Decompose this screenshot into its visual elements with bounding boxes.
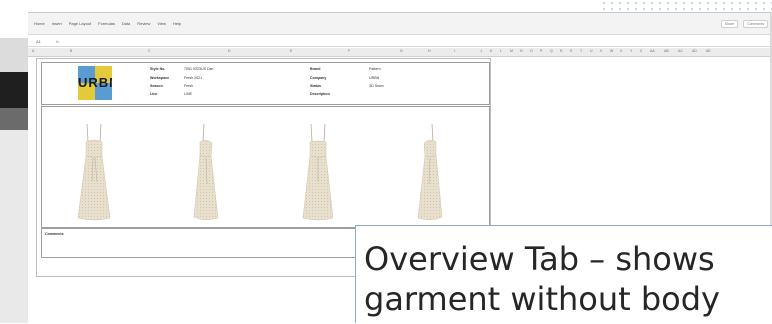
menu-bar: Home Insert Page Layout Formulas Data Re… <box>28 13 772 35</box>
column-header[interactable]: H <box>428 49 431 53</box>
function-icon[interactable]: fx <box>56 39 59 44</box>
column-header[interactable]: A <box>32 49 34 53</box>
column-header[interactable]: B <box>70 49 72 53</box>
cell-reference[interactable]: A1 <box>36 39 56 44</box>
column-header[interactable]: AE <box>706 49 711 53</box>
dress-back-view[interactable] <box>296 122 340 222</box>
menu-help[interactable]: Help <box>173 21 181 26</box>
caption-callout: Overview Tab – shows garment without bod… <box>355 225 772 323</box>
workspace-label: Workspace <box>150 76 170 80</box>
menu-insert[interactable]: Insert <box>52 21 62 26</box>
workspace-value[interactable]: Fresh 2021 <box>184 76 202 80</box>
column-header[interactable]: Y <box>630 49 632 53</box>
column-header[interactable]: W <box>610 49 613 53</box>
comments-button[interactable]: Comments <box>743 20 768 28</box>
dress-side-view-right[interactable] <box>408 122 452 222</box>
brand-label: Brand <box>310 67 321 71</box>
column-header[interactable]: T <box>580 49 582 53</box>
column-header[interactable]: AC <box>678 49 683 53</box>
menu-view[interactable]: View <box>157 21 166 26</box>
logo-text: URBN <box>78 75 112 90</box>
column-header[interactable]: R <box>560 49 563 53</box>
column-header[interactable]: O <box>530 49 533 53</box>
column-header[interactable]: N <box>520 49 523 53</box>
season-label: Season <box>150 84 163 88</box>
column-header[interactable]: AD <box>692 49 697 53</box>
column-header[interactable]: M <box>510 49 513 53</box>
formula-bar: A1 fx <box>28 36 772 47</box>
season-value[interactable]: Fresh <box>184 84 193 88</box>
menu-right-actions: Share Comments <box>720 20 768 28</box>
menu-page-layout[interactable]: Page Layout <box>69 21 91 26</box>
column-header[interactable]: J <box>480 49 482 53</box>
dress-side-view[interactable] <box>184 122 228 222</box>
line-value[interactable]: LINE <box>184 92 192 96</box>
column-header[interactable]: D <box>228 49 231 53</box>
column-header[interactable]: U <box>590 49 593 53</box>
column-header[interactable]: K <box>490 49 492 53</box>
garment-views-box <box>41 106 490 228</box>
brand-value[interactable]: Pattern <box>369 67 381 71</box>
column-header[interactable]: F <box>348 49 350 53</box>
company-label: Company <box>310 76 327 80</box>
menu-review[interactable]: Review <box>137 21 150 26</box>
company-value[interactable]: URBN <box>369 76 379 80</box>
menu-home[interactable]: Home <box>34 21 45 26</box>
column-header[interactable]: Z <box>640 49 642 53</box>
caption-line-1: Overview Tab – shows <box>364 240 715 278</box>
column-header[interactable]: G <box>400 49 403 53</box>
urbn-logo: URBN <box>78 66 112 100</box>
status-label: Status <box>310 84 321 88</box>
description-label: Description <box>310 92 330 96</box>
column-header[interactable]: S <box>570 49 572 53</box>
style-no-label: Style No. <box>150 67 166 71</box>
column-header[interactable]: X <box>620 49 622 53</box>
line-label: Line <box>150 92 158 96</box>
column-header[interactable]: C <box>148 49 151 53</box>
status-value[interactable]: 3D Sewn <box>369 84 384 88</box>
column-header[interactable]: E <box>290 49 292 53</box>
share-button[interactable]: Share <box>720 20 739 28</box>
column-header[interactable]: Q <box>550 49 553 53</box>
column-header-row: A B C D E F G H I J K L M N O P Q R S T … <box>28 48 772 57</box>
column-header[interactable]: AA <box>650 49 655 53</box>
menu-data[interactable]: Data <box>122 21 130 26</box>
comments-label: Comments <box>45 232 64 236</box>
column-header[interactable]: AB <box>664 49 669 53</box>
dress-front-view[interactable] <box>72 122 116 222</box>
style-no-value[interactable]: 7051 9323US Dsn <box>184 67 213 71</box>
column-header[interactable]: L <box>500 49 502 53</box>
column-header[interactable]: V <box>600 49 602 53</box>
style-header-box: URBN Style No. 7051 9323US Dsn Workspace… <box>41 62 490 105</box>
menu-formulas[interactable]: Formulas <box>98 21 115 26</box>
column-header[interactable]: I <box>454 49 455 53</box>
caption-line-2: garment without body <box>364 280 720 318</box>
column-header[interactable]: P <box>540 49 542 53</box>
